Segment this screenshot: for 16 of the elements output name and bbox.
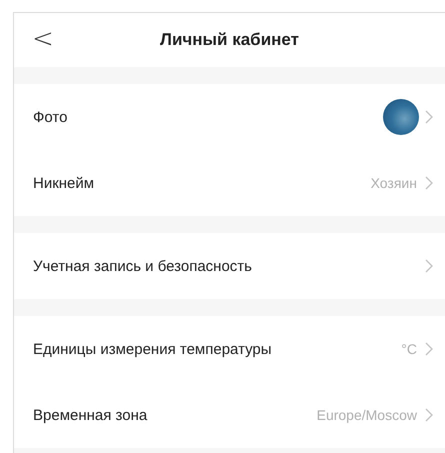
chevron-right-icon bbox=[425, 408, 433, 422]
row-label[interactable]: Временная зона bbox=[33, 406, 317, 424]
row-label[interactable]: Фото bbox=[33, 108, 383, 126]
chevron-right-icon bbox=[425, 259, 433, 273]
row-value: °C bbox=[401, 341, 417, 357]
row-label[interactable]: Единицы измерения температуры bbox=[33, 340, 402, 358]
row-label[interactable]: Никнейм bbox=[33, 174, 371, 192]
chevron-right-icon bbox=[425, 176, 433, 190]
avatar-photo bbox=[383, 99, 419, 135]
row-label[interactable]: Учетная запись и безопасность bbox=[33, 258, 425, 274]
row-value: Europe/Moscow bbox=[316, 407, 417, 423]
chevron-right-icon bbox=[425, 342, 433, 356]
row-value: Хозяин bbox=[370, 175, 417, 191]
back-button[interactable]: < bbox=[26, 25, 60, 53]
chevron-right-icon bbox=[425, 110, 433, 124]
page-title: Личный кабинет bbox=[160, 30, 299, 50]
